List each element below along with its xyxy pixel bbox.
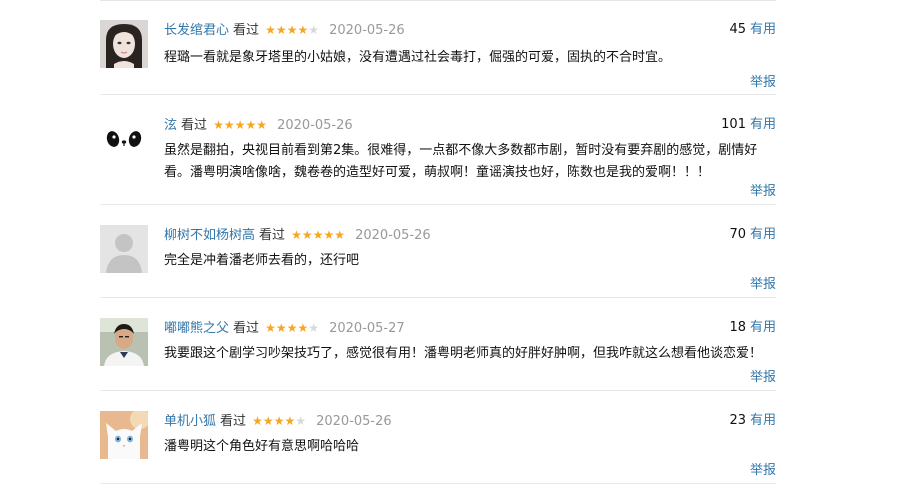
- panda-face-avatar-icon[interactable]: [100, 115, 148, 163]
- star-empty-icon: ★: [308, 23, 319, 37]
- comment-date: 2020-05-26: [277, 118, 353, 133]
- star-icon: ★★★★★: [213, 118, 267, 132]
- star-empty-icon: ★: [295, 414, 306, 428]
- rating-stars: ★★★★★: [213, 118, 267, 132]
- comment-item: 柳树不如杨树高 看过 ★★★★★ 2020-05-26 70 有用 完全是冲着潘老师…: [100, 225, 776, 298]
- comment-meta: 长发绾君心 看过 ★★★★★ 2020-05-26: [164, 20, 405, 40]
- useful-button[interactable]: 有用: [750, 413, 776, 428]
- top-divider: [100, 0, 776, 1]
- star-icon: ★★★★: [252, 414, 296, 428]
- report-link[interactable]: 举报: [750, 273, 776, 292]
- watched-label: 看过: [233, 321, 260, 336]
- vote-count: 23: [729, 413, 746, 428]
- comment-text: 我要跟这个剧学习吵架技巧了，感觉很有用！潘粤明老师真的好胖好肿啊，但我咋就这么想…: [164, 346, 763, 361]
- comment-meta: 柳树不如杨树高 看过 ★★★★★ 2020-05-26: [164, 225, 431, 245]
- star-icon: ★★★★: [265, 23, 309, 37]
- vote-count: 70: [729, 227, 746, 242]
- girl-portrait-avatar-icon[interactable]: [100, 20, 148, 68]
- comment-meta: 嘟嘟熊之父 看过 ★★★★★ 2020-05-27: [164, 318, 405, 338]
- comment-meta: 泫看过 ★★★★★ 2020-05-26: [164, 115, 353, 135]
- comment-text: 虽然是翻拍，央视目前看到第2集。很难得，一点都不像大多数都市剧，暂时没有要弃剧的…: [164, 143, 758, 180]
- star-icon: ★★★★★: [291, 228, 345, 242]
- comment-meta: 单机小狐 看过 ★★★★★ 2020-05-26: [164, 411, 392, 431]
- vote-area: 23 有用: [729, 411, 776, 431]
- useful-button[interactable]: 有用: [750, 117, 776, 132]
- report-link[interactable]: 举报: [750, 180, 776, 199]
- watched-label: 看过: [233, 23, 260, 38]
- rating-stars: ★★★★★: [291, 228, 345, 242]
- useful-button[interactable]: 有用: [750, 22, 776, 37]
- vote-area: 45 有用: [729, 20, 776, 40]
- comment-date: 2020-05-26: [316, 414, 392, 429]
- comment-text: 程璐一看就是象牙塔里的小姑娘，没有遭遇过社会毒打，倔强的可爱，固执的不合时宜。: [164, 50, 672, 65]
- rating-stars: ★★★★★: [265, 321, 319, 335]
- vote-area: 70 有用: [729, 225, 776, 245]
- rating-stars: ★★★★★: [265, 23, 319, 37]
- star-empty-icon: ★: [308, 321, 319, 335]
- star-icon: ★★★★: [265, 321, 309, 335]
- report-link[interactable]: 举报: [750, 71, 776, 90]
- watched-label: 看过: [259, 228, 286, 243]
- username-link[interactable]: 泫: [164, 118, 177, 133]
- comment-date: 2020-05-27: [329, 321, 405, 336]
- vote-area: 18 有用: [729, 318, 776, 338]
- man-photo-avatar-icon[interactable]: [100, 318, 148, 366]
- default-user-avatar-icon[interactable]: [100, 225, 148, 273]
- comment-item: 泫看过 ★★★★★ 2020-05-26 101 有用 虽然是翻拍，央视目前看到第…: [100, 115, 776, 205]
- comment-item: 长发绾君心 看过 ★★★★★ 2020-05-26 45 有用 程璐一看就是象牙塔里…: [100, 20, 776, 95]
- vote-count: 101: [721, 117, 746, 132]
- username-link[interactable]: 长发绾君心: [164, 23, 229, 38]
- vote-area: 101 有用: [721, 115, 776, 135]
- username-link[interactable]: 单机小狐: [164, 414, 216, 429]
- white-cat-avatar-icon[interactable]: [100, 411, 148, 459]
- report-link[interactable]: 举报: [750, 366, 776, 385]
- vote-count: 18: [729, 320, 746, 335]
- watched-label: 看过: [181, 118, 208, 133]
- comment-text: 完全是冲着潘老师去看的，还行吧: [164, 253, 360, 268]
- watched-label: 看过: [220, 414, 247, 429]
- useful-button[interactable]: 有用: [750, 320, 776, 335]
- report-link[interactable]: 举报: [750, 459, 776, 478]
- useful-button[interactable]: 有用: [750, 227, 776, 242]
- comment-item: 嘟嘟熊之父 看过 ★★★★★ 2020-05-27 18 有用 我要跟这个剧学习吵架…: [100, 318, 776, 391]
- comment-date: 2020-05-26: [329, 23, 405, 38]
- vote-count: 45: [729, 22, 746, 37]
- username-link[interactable]: 嘟嘟熊之父: [164, 321, 229, 336]
- rating-stars: ★★★★★: [252, 414, 306, 428]
- comment-item: 单机小狐 看过 ★★★★★ 2020-05-26 23 有用 潘粤明这个角色好有意思…: [100, 411, 776, 484]
- comment-text: 潘粤明这个角色好有意思啊哈哈哈: [164, 439, 360, 454]
- username-link[interactable]: 柳树不如杨树高: [164, 228, 255, 243]
- comment-date: 2020-05-26: [355, 228, 431, 243]
